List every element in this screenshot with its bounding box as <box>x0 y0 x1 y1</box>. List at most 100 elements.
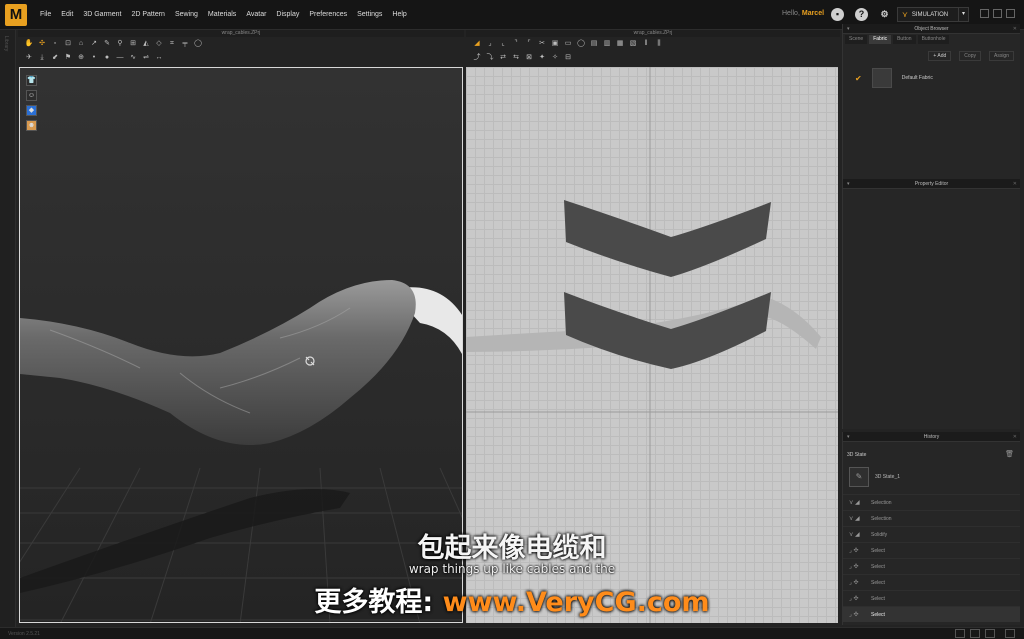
circle-icon[interactable]: ● <box>102 53 112 63</box>
segment-sewing-icon[interactable]: ‖ <box>641 39 651 49</box>
history-item-label: Selection <box>871 515 892 522</box>
internal-circle-icon[interactable]: ▦ <box>615 39 625 49</box>
user-name[interactable]: Marcel <box>802 10 824 17</box>
free-sewing-icon[interactable]: ⫼ <box>654 39 664 49</box>
close-panel-icon[interactable]: ✕ <box>1013 24 1017 34</box>
select-mesh-icon[interactable]: ✋ <box>24 39 34 49</box>
rectangle-icon[interactable]: ▭ <box>563 39 573 49</box>
menu-file[interactable]: File <box>35 0 56 30</box>
point-icon[interactable]: • <box>89 53 99 63</box>
steam-icon[interactable]: ✈ <box>24 53 34 63</box>
menu-avatar[interactable]: Avatar <box>241 0 271 30</box>
monitor-icon[interactable]: ▪ <box>831 8 844 21</box>
sewing-3d-icon[interactable]: ⌗ <box>167 39 177 49</box>
internal-polygon-icon[interactable]: ▤ <box>589 39 599 49</box>
restore-button[interactable] <box>993 9 1002 18</box>
layout-icon[interactable] <box>970 629 980 638</box>
tape-icon[interactable]: ╤ <box>180 39 190 49</box>
add-point-icon[interactable]: ⌜ <box>524 39 534 49</box>
collapse-icon[interactable]: ▾ <box>847 24 850 34</box>
settings-icon[interactable]: ⚙ <box>878 8 891 21</box>
internal-rect-icon[interactable]: ▥ <box>602 39 612 49</box>
pin-icon[interactable]: ↗ <box>89 39 99 49</box>
transform-pattern-icon[interactable]: ◢ <box>472 39 482 49</box>
wrapped-cable <box>20 280 416 445</box>
chevron-down-icon[interactable]: ▾ <box>958 8 968 21</box>
buttonhole-icon[interactable]: ⊟ <box>563 53 573 63</box>
menu-edit[interactable]: Edit <box>56 0 78 30</box>
menu-display[interactable]: Display <box>271 0 304 30</box>
circle-pattern-icon[interactable]: ◯ <box>576 39 586 49</box>
edit-point-icon[interactable]: ⌟ <box>485 39 495 49</box>
avatar-measure-icon[interactable]: ⚲ <box>115 39 125 49</box>
object-browser-header: ▾ Object Browser ✕ <box>843 24 1020 34</box>
close-panel-icon[interactable]: ✕ <box>1013 432 1017 442</box>
more-icon[interactable]: ↔ <box>154 53 164 63</box>
trash-icon[interactable]: 🗑 <box>1005 450 1014 458</box>
layout-icon[interactable] <box>985 629 995 638</box>
curve-icon[interactable]: ∿ <box>128 53 138 63</box>
dart-icon[interactable]: ▧ <box>628 39 638 49</box>
ring-icon[interactable]: ◯ <box>193 39 203 49</box>
edit-curve-icon[interactable]: ⌞ <box>498 39 508 49</box>
box-select-icon[interactable]: ▫ <box>50 39 60 49</box>
move-icon[interactable]: ✣ <box>37 39 47 49</box>
sim-pin-icon[interactable]: ⚑ <box>63 53 73 63</box>
add-button-icon[interactable]: ✦ <box>537 53 547 63</box>
offset-icon[interactable]: ⤵ <box>485 53 495 63</box>
tab-fabric[interactable]: Fabric <box>869 35 892 44</box>
strengthen-icon[interactable]: ⊕ <box>76 53 86 63</box>
status-bar: Version 2.5.21 <box>0 627 1024 639</box>
copy-fabric-button[interactable]: Copy <box>959 51 981 61</box>
trace-2d-icon[interactable]: ⤴ <box>472 53 482 63</box>
menu-materials[interactable]: Materials <box>203 0 241 30</box>
fold-arrange-icon[interactable]: ⇄ <box>498 53 508 63</box>
add-fabric-button[interactable]: + Add <box>928 51 952 61</box>
selection-icon: ⋎ ◢ <box>849 516 860 522</box>
texture-tool-icon[interactable]: ⇌ <box>141 53 151 63</box>
menu-settings[interactable]: Settings <box>352 0 387 30</box>
zipper-icon[interactable]: ⇆ <box>511 53 521 63</box>
cut-icon[interactable]: ✂ <box>537 39 547 49</box>
fabric-list-item[interactable]: ✔ Default Fabric <box>843 68 1020 88</box>
simulation-mode-button[interactable]: ⋎ SIMULATION ▾ <box>897 7 969 22</box>
menu-help[interactable]: Help <box>387 0 411 30</box>
tab-buttonhole[interactable]: Buttonhole <box>917 35 950 44</box>
settings-icon[interactable] <box>1005 629 1015 638</box>
edit-texture-icon[interactable]: ⊠ <box>524 53 534 63</box>
help-icon[interactable]: ? <box>855 8 868 21</box>
subtitle-english: wrap things up like cables and the <box>408 562 616 576</box>
watermark-url: www.VeryCG.com <box>442 587 710 618</box>
version-label: Version 2.5.21 <box>8 631 40 637</box>
menu-2d-pattern[interactable]: 2D Pattern <box>126 0 169 30</box>
tab-scene[interactable]: Scene <box>845 35 868 44</box>
fabric-name: Default Fabric <box>901 75 933 81</box>
tab-button[interactable]: Button <box>893 35 916 44</box>
press-icon[interactable]: ⬋ <box>50 53 60 63</box>
menu-preferences[interactable]: Preferences <box>304 0 352 30</box>
assign-fabric-button[interactable]: Assign <box>988 51 1014 61</box>
line-icon[interactable]: — <box>115 53 125 63</box>
transform-icon[interactable]: ⊡ <box>63 39 73 49</box>
menu-3d-garment[interactable]: 3D Garment <box>78 0 126 30</box>
collapse-icon[interactable]: ▾ <box>847 179 850 189</box>
tack-icon[interactable]: ✎ <box>102 39 112 49</box>
curvature-icon[interactable]: ⌝ <box>511 39 521 49</box>
app-window: M File Edit 3D Garment 2D Pattern Sewing… <box>0 0 1024 639</box>
polygon-icon[interactable]: ▣ <box>550 39 560 49</box>
fold-icon[interactable]: ⌂ <box>76 39 86 49</box>
layout-icon[interactable] <box>955 629 965 638</box>
minimize-button[interactable] <box>980 9 989 18</box>
arrangement-icon[interactable]: ⊞ <box>128 39 138 49</box>
select-button-icon[interactable]: ✧ <box>550 53 560 63</box>
history-item[interactable]: ⋎ ◢ Selection <box>843 494 1020 510</box>
close-button[interactable] <box>1006 9 1015 18</box>
shrink-icon[interactable]: ⤓ <box>37 53 47 63</box>
fit-icon[interactable]: ◭ <box>141 39 151 49</box>
history-item[interactable]: ⋎ ◢ Selection <box>843 510 1020 526</box>
menu-sewing[interactable]: Sewing <box>170 0 203 30</box>
history-state-item[interactable]: ✎ 3D State_1 <box>843 458 1020 487</box>
trace-icon[interactable]: ◇ <box>154 39 164 49</box>
close-panel-icon[interactable]: ✕ <box>1013 179 1017 189</box>
collapse-icon[interactable]: ▾ <box>847 432 850 442</box>
